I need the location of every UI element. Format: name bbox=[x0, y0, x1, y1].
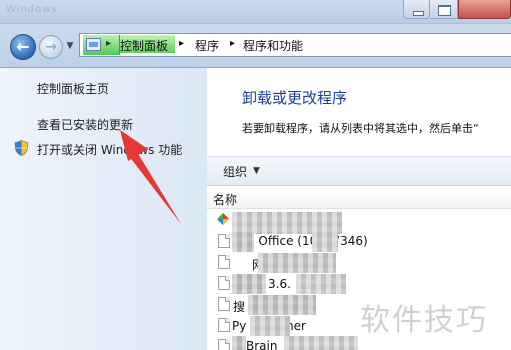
blur-mask bbox=[250, 316, 290, 336]
program-icon bbox=[218, 339, 230, 350]
breadcrumb-separator-icon[interactable]: ▸ bbox=[230, 38, 235, 49]
history-dropdown-icon[interactable]: ▼ bbox=[65, 40, 75, 52]
organize-button[interactable]: 组织 bbox=[223, 163, 247, 180]
blur-mask bbox=[284, 336, 358, 350]
page-description: 若要卸载程序，请从列表中将其选中，然后单击“ bbox=[242, 122, 479, 135]
window-title: Windows bbox=[6, 4, 58, 15]
program-icon bbox=[218, 276, 230, 290]
column-header-name[interactable]: 名称 bbox=[213, 191, 237, 208]
left-task-pane bbox=[0, 68, 207, 350]
arrow-left-icon: ← bbox=[16, 37, 30, 56]
link-windows-features[interactable]: 打开或关闭 Windows 功能 bbox=[37, 141, 182, 158]
program-icon bbox=[218, 234, 230, 248]
link-control-panel-home[interactable]: 控制面板主页 bbox=[37, 80, 109, 97]
blur-mask bbox=[232, 336, 246, 350]
blur-mask bbox=[232, 212, 342, 234]
blur-mask bbox=[312, 232, 338, 252]
breadcrumb-control-panel[interactable]: 控制面板 bbox=[120, 35, 175, 53]
program-icon bbox=[218, 318, 230, 332]
maximize-button[interactable] bbox=[430, 0, 458, 19]
chevron-right-icon: ▸ bbox=[106, 38, 112, 49]
breadcrumb-programs[interactable]: 程序 bbox=[195, 37, 219, 54]
minimize-button[interactable] bbox=[403, 0, 430, 19]
address-root-button[interactable]: ▸ bbox=[83, 35, 120, 55]
blur-mask bbox=[258, 253, 336, 273]
list-item-name[interactable]: 搜 bbox=[233, 298, 245, 315]
page-title: 卸载或更改程序 bbox=[242, 89, 348, 107]
back-button[interactable]: ← bbox=[10, 34, 36, 60]
uac-shield-icon bbox=[14, 140, 29, 156]
program-icon bbox=[218, 255, 230, 269]
breadcrumb-programs-features[interactable]: 程序和功能 bbox=[243, 37, 303, 54]
gem-icon bbox=[217, 213, 229, 225]
blur-mask bbox=[296, 274, 346, 294]
program-icon bbox=[218, 297, 230, 311]
blur-mask bbox=[232, 274, 266, 294]
list-item-name[interactable]: Brain bbox=[246, 339, 277, 350]
watermark: 软件技巧 bbox=[360, 303, 488, 338]
forward-button[interactable]: → bbox=[39, 35, 63, 59]
arrow-right-icon: → bbox=[45, 39, 57, 55]
close-button[interactable] bbox=[458, 0, 511, 19]
link-view-installed-updates[interactable]: 查看已安装的更新 bbox=[37, 116, 133, 133]
blur-mask bbox=[248, 295, 316, 315]
list-item-name[interactable]: S Office (10.1 7346) bbox=[247, 234, 368, 248]
column-header bbox=[207, 187, 511, 209]
chevron-down-icon[interactable]: ▼ bbox=[253, 166, 260, 176]
list-item-name[interactable]: 3.6. bbox=[268, 277, 291, 291]
blur-mask bbox=[232, 232, 254, 252]
control-panel-icon bbox=[86, 38, 101, 51]
breadcrumb-separator-icon[interactable]: ▸ bbox=[179, 38, 184, 49]
